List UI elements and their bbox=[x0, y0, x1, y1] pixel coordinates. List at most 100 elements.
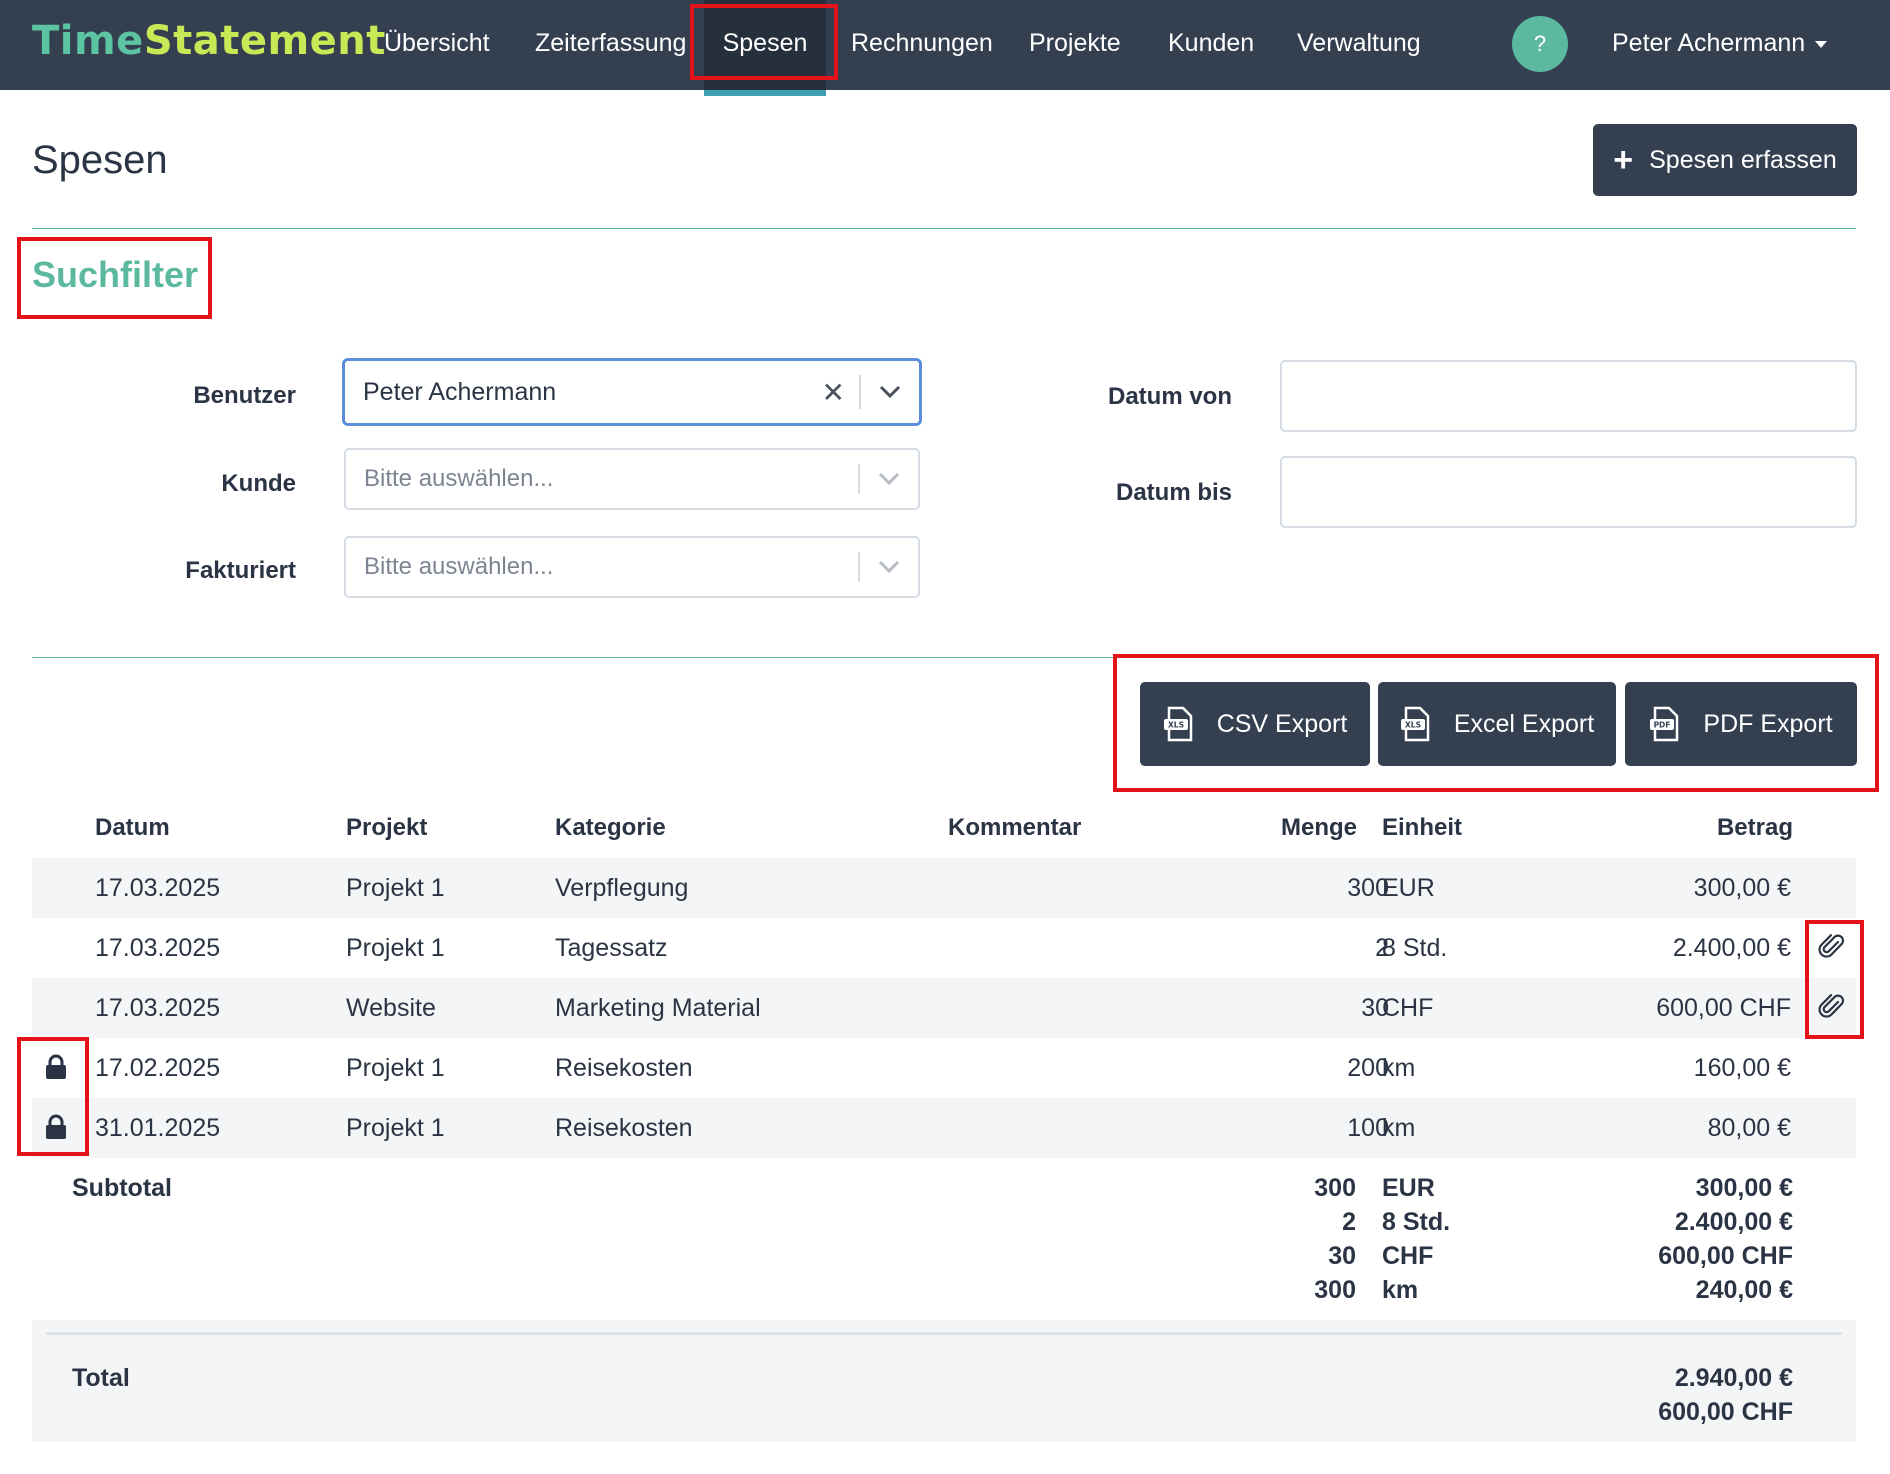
cell-unit: km bbox=[1382, 1054, 1416, 1082]
nav-item-uebersicht[interactable]: Übersicht bbox=[384, 0, 490, 90]
cell-category: Tagessatz bbox=[555, 934, 668, 962]
cell-project: Projekt 1 bbox=[346, 1114, 445, 1142]
table-row[interactable]: 17.03.2025 Website Marketing Material 30… bbox=[32, 978, 1856, 1038]
nav-item-kunden[interactable]: Kunden bbox=[1168, 0, 1254, 90]
paperclip-icon[interactable] bbox=[1816, 991, 1846, 1021]
column-header-project[interactable]: Projekt bbox=[346, 814, 427, 842]
cell-date: 17.03.2025 bbox=[95, 874, 221, 902]
date-to-input[interactable] bbox=[1280, 456, 1857, 528]
table-row[interactable]: 17.02.2025 Projekt 1 Reisekosten 200 km … bbox=[32, 1038, 1856, 1098]
subtotal-amount: 600,00 CHF bbox=[1658, 1242, 1793, 1270]
filter-title: Suchfilter bbox=[32, 254, 199, 295]
cell-unit: 8 Std. bbox=[1382, 934, 1448, 962]
pdf-file-icon: PDF bbox=[1650, 706, 1679, 742]
add-expense-button[interactable]: + Spesen erfassen bbox=[1593, 124, 1857, 196]
table-row[interactable]: 31.01.2025 Projekt 1 Reisekosten 100 km … bbox=[32, 1098, 1856, 1158]
subtotal-quantity: 300 bbox=[1314, 1276, 1356, 1304]
chevron-down-icon[interactable] bbox=[879, 361, 901, 423]
chevron-down-icon[interactable] bbox=[878, 450, 900, 508]
svg-text:PDF: PDF bbox=[1654, 721, 1671, 730]
user-menu[interactable]: Peter Achermann bbox=[1612, 0, 1828, 90]
column-header-unit[interactable]: Einheit bbox=[1382, 814, 1462, 842]
subtotal-unit: km bbox=[1382, 1276, 1419, 1304]
column-header-comment[interactable]: Kommentar bbox=[948, 814, 1081, 842]
divider bbox=[32, 228, 1856, 229]
cell-amount: 160,00 € bbox=[1693, 1054, 1791, 1082]
nav-item-projekte[interactable]: Projekte bbox=[1029, 0, 1121, 90]
table-row[interactable]: 17.03.2025 Projekt 1 Tagessatz 2 8 Std. … bbox=[32, 918, 1856, 978]
csv-export-button[interactable]: XLS CSV Export bbox=[1140, 682, 1370, 766]
user-filter-label: Benutzer bbox=[193, 382, 296, 409]
cell-project: Projekt 1 bbox=[346, 1054, 445, 1082]
cell-category: Verpflegung bbox=[555, 874, 689, 902]
subtotal-quantity: 300 bbox=[1314, 1174, 1356, 1202]
divider bbox=[858, 552, 860, 582]
subtotal-quantity: 2 bbox=[1342, 1208, 1356, 1236]
excel-export-button[interactable]: XLS Excel Export bbox=[1378, 682, 1616, 766]
subtotal-amount: 2.400,00 € bbox=[1674, 1208, 1793, 1236]
user-name: Peter Achermann bbox=[1612, 29, 1806, 57]
column-header-quantity[interactable]: Menge bbox=[1281, 814, 1357, 842]
subtotal-unit: 8 Std. bbox=[1382, 1208, 1451, 1236]
divider bbox=[46, 1332, 1842, 1335]
subtotal-amount: 300,00 € bbox=[1695, 1174, 1793, 1202]
date-from-input[interactable] bbox=[1280, 360, 1857, 432]
cell-amount: 80,00 € bbox=[1707, 1114, 1791, 1142]
subtotal-amount: 240,00 € bbox=[1695, 1276, 1793, 1304]
divider bbox=[32, 657, 1856, 658]
cell-date: 17.02.2025 bbox=[95, 1054, 221, 1082]
caret-down-icon bbox=[1815, 40, 1828, 48]
column-header-amount[interactable]: Betrag bbox=[1717, 814, 1793, 842]
top-navbar: TimeStatement Übersicht Zeiterfassung Sp… bbox=[0, 0, 1890, 96]
lock-icon bbox=[46, 1054, 66, 1079]
invoiced-select[interactable]: Bitte auswählen... bbox=[344, 536, 920, 598]
divider bbox=[859, 375, 861, 409]
cell-amount: 2.400,00 € bbox=[1672, 934, 1791, 962]
cell-project: Projekt 1 bbox=[346, 934, 445, 962]
cell-amount: 300,00 € bbox=[1693, 874, 1791, 902]
cell-category: Marketing Material bbox=[555, 994, 761, 1022]
xls-file-icon: XLS bbox=[1163, 706, 1192, 742]
column-header-date[interactable]: Datum bbox=[95, 814, 170, 842]
cell-unit: CHF bbox=[1382, 994, 1434, 1022]
total-amount: 600,00 CHF bbox=[1658, 1398, 1793, 1426]
date-from-label: Datum von bbox=[1107, 383, 1232, 410]
page-title: Spesen bbox=[32, 138, 168, 182]
customer-select-placeholder: Bitte auswählen... bbox=[364, 465, 554, 492]
lock-icon bbox=[46, 1114, 66, 1139]
user-select-value: Peter Achermann bbox=[363, 377, 557, 406]
chevron-down-icon[interactable] bbox=[878, 538, 900, 596]
xls-file-icon: XLS bbox=[1400, 706, 1430, 742]
help-button[interactable]: ? bbox=[1512, 16, 1568, 72]
cell-unit: EUR bbox=[1382, 874, 1435, 902]
cell-unit: km bbox=[1382, 1114, 1416, 1142]
subtotal-unit: CHF bbox=[1382, 1242, 1434, 1270]
user-select[interactable]: Peter Achermann ✕ bbox=[343, 359, 921, 425]
subtotal-unit: EUR bbox=[1382, 1174, 1435, 1202]
cell-project: Projekt 1 bbox=[346, 874, 445, 902]
subtotal-quantity: 30 bbox=[1328, 1242, 1356, 1270]
total-amount: 2.940,00 € bbox=[1674, 1364, 1793, 1392]
clear-icon[interactable]: ✕ bbox=[822, 361, 845, 423]
pdf-export-button[interactable]: PDF PDF Export bbox=[1625, 682, 1857, 766]
column-header-category[interactable]: Kategorie bbox=[555, 814, 666, 842]
plus-icon: + bbox=[1613, 141, 1634, 179]
nav-item-verwaltung[interactable]: Verwaltung bbox=[1297, 0, 1421, 90]
nav-item-rechnungen[interactable]: Rechnungen bbox=[851, 0, 993, 90]
cell-amount: 600,00 CHF bbox=[1656, 994, 1791, 1022]
subtotal-label: Subtotal bbox=[72, 1174, 172, 1202]
brand-logo[interactable]: TimeStatement bbox=[32, 18, 386, 64]
table-row[interactable]: 17.03.2025 Projekt 1 Verpflegung 300 EUR… bbox=[32, 858, 1856, 918]
cell-category: Reisekosten bbox=[555, 1114, 693, 1142]
total-row bbox=[32, 1320, 1856, 1442]
cell-date: 31.01.2025 bbox=[95, 1114, 221, 1142]
cell-date: 17.03.2025 bbox=[95, 934, 221, 962]
invoiced-select-placeholder: Bitte auswählen... bbox=[364, 553, 554, 580]
total-label: Total bbox=[72, 1364, 130, 1392]
nav-item-zeiterfassung[interactable]: Zeiterfassung bbox=[535, 0, 686, 90]
cell-category: Reisekosten bbox=[555, 1054, 693, 1082]
paperclip-icon[interactable] bbox=[1816, 931, 1846, 961]
nav-item-spesen[interactable]: Spesen bbox=[704, 0, 826, 96]
customer-select[interactable]: Bitte auswählen... bbox=[344, 448, 920, 510]
svg-text:XLS: XLS bbox=[1168, 721, 1184, 730]
